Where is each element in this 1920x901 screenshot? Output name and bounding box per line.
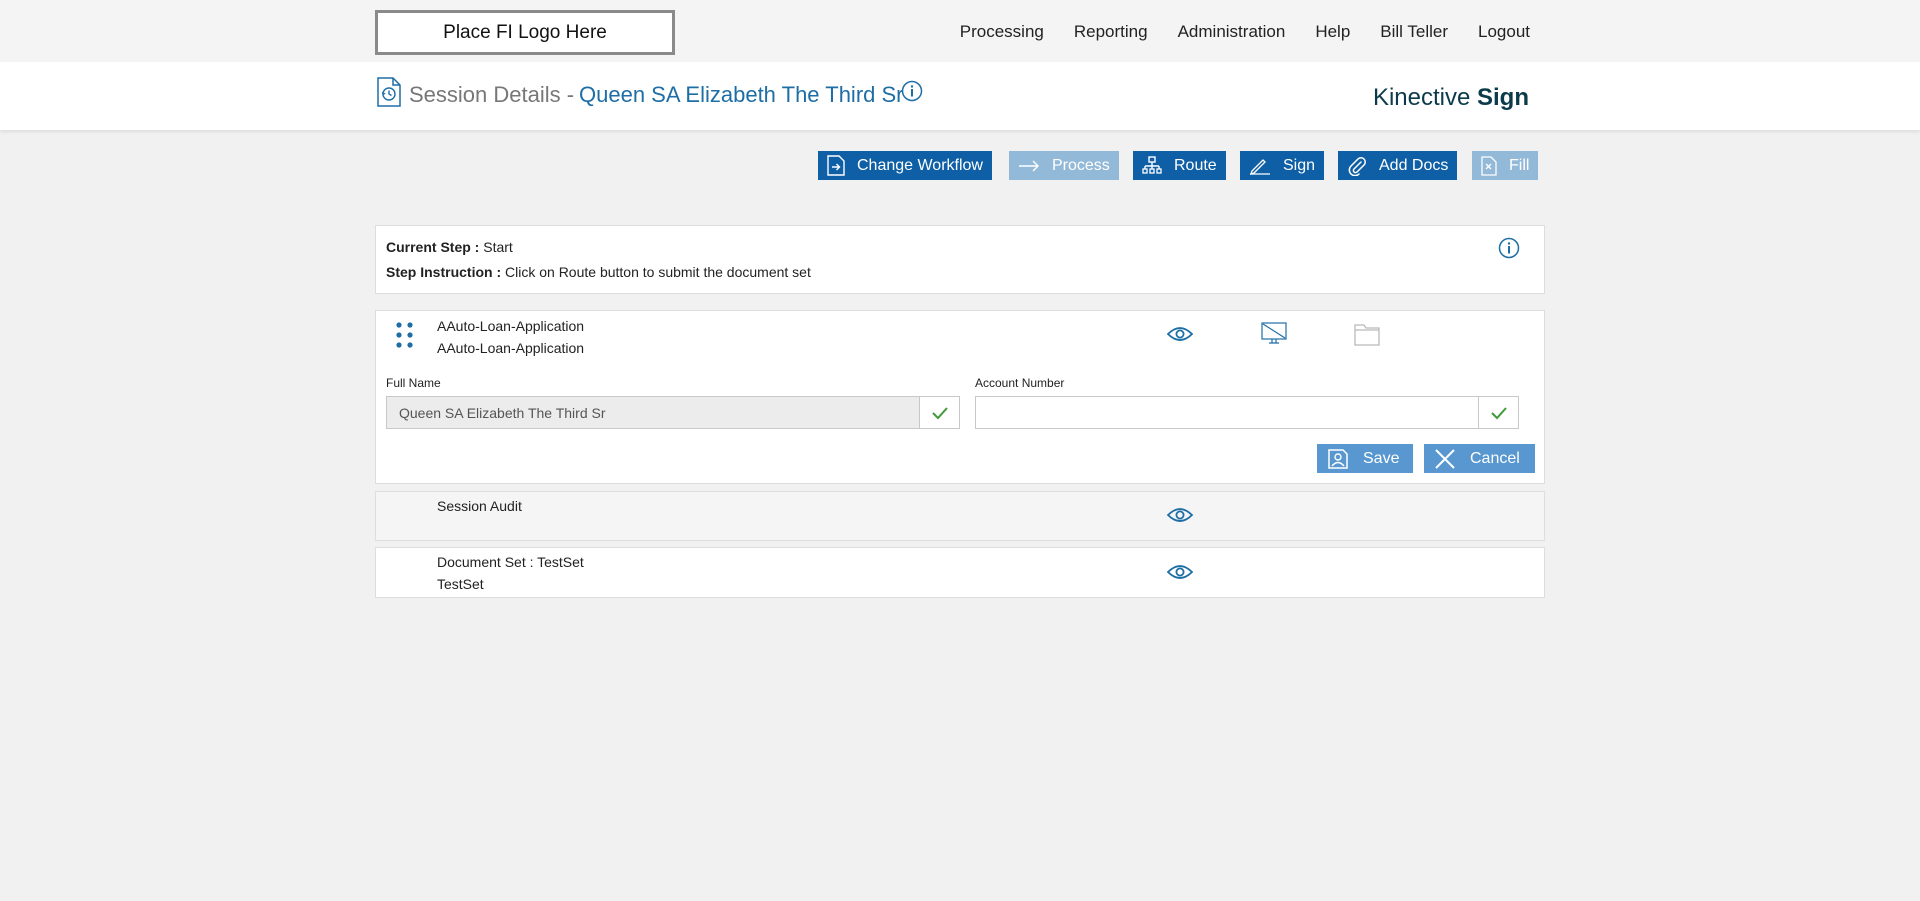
close-icon [1435,448,1455,469]
view-eye-icon[interactable] [1166,324,1194,344]
step-info-panel: Current Step : Start Step Instruction : … [375,225,1545,294]
add-docs-button[interactable]: Add Docs [1338,151,1458,180]
view-eye-icon[interactable] [1166,562,1194,582]
pen-sign-icon [1249,158,1270,175]
document-panel: AAuto-Loan-Application AAuto-Loan-Applic… [375,310,1545,484]
cancel-button[interactable]: Cancel [1424,444,1535,473]
nav-user-name[interactable]: Bill Teller [1380,22,1448,42]
fi-logo-placeholder[interactable]: Place FI Logo Here [375,10,675,55]
info-icon[interactable] [1498,237,1520,259]
route-button[interactable]: Route [1133,151,1226,180]
full-name-input[interactable] [387,397,919,428]
account-number-label: Account Number [975,376,1065,390]
document-name: AAuto-Loan-Application [437,318,585,334]
full-name-label: Full Name [386,376,441,390]
document-subtitle: AAuto-Loan-Application [437,340,585,356]
check-icon [919,397,959,428]
document-set-name: TestSet [437,576,484,592]
process-button[interactable]: Process [1009,151,1119,180]
session-audit-label: Session Audit [437,498,522,514]
account-number-input[interactable] [976,397,1478,428]
session-history-icon [377,77,401,107]
nav-processing[interactable]: Processing [960,22,1044,42]
view-eye-icon[interactable] [1166,505,1194,525]
save-button[interactable]: Save [1317,444,1413,473]
top-navigation-bar: Place FI Logo Here Processing Reporting … [0,0,1920,62]
paperclip-icon [1348,156,1366,176]
page-title: Session Details - [409,82,575,107]
drag-handle-icon[interactable] [394,321,416,351]
document-set-label: Document Set : TestSet [437,554,584,570]
session-audit-row[interactable]: Session Audit [375,491,1545,541]
folder-icon[interactable] [1353,321,1381,347]
nav-logout[interactable]: Logout [1478,22,1530,42]
route-network-icon [1142,155,1162,174]
main-nav: Processing Reporting Administration Help… [960,22,1530,42]
arrow-right-icon [1019,160,1039,171]
step-instruction: Step Instruction : Click on Route button… [386,264,811,280]
screen-disabled-icon[interactable] [1260,321,1288,347]
check-icon [1478,397,1518,428]
full-name-field-group [386,396,960,429]
info-icon[interactable] [901,80,923,102]
save-icon [1328,448,1348,469]
change-workflow-button[interactable]: Change Workflow [818,151,992,180]
session-customer-name: Queen SA Elizabeth The Third Sr [579,82,904,107]
document-set-row[interactable]: Document Set : TestSet TestSet [375,547,1545,598]
nav-reporting[interactable]: Reporting [1074,22,1148,42]
account-number-field-group [975,396,1519,429]
nav-administration[interactable]: Administration [1178,22,1286,42]
page-header: Session Details - Queen SA Elizabeth The… [0,62,1920,130]
nav-help[interactable]: Help [1315,22,1350,42]
change-workflow-icon [827,155,845,176]
sign-button[interactable]: Sign [1240,151,1325,180]
fill-form-icon [1481,155,1497,176]
fill-button[interactable]: Fill [1472,151,1539,180]
brand-logo: Kinective Sign [1372,84,1529,111]
current-step: Current Step : Start [386,239,513,255]
